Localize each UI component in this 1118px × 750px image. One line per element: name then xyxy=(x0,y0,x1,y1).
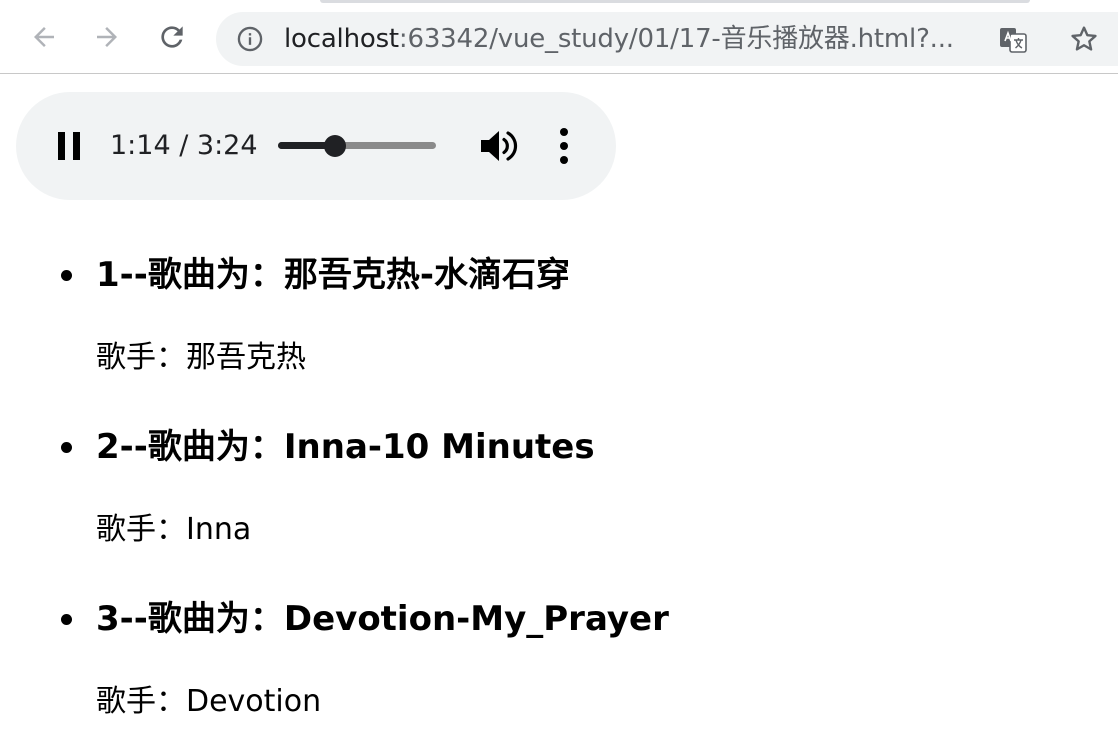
info-icon[interactable] xyxy=(236,25,264,53)
song-singer: 歌手：Devotion xyxy=(96,684,322,719)
forward-button[interactable] xyxy=(87,17,127,57)
address-bar[interactable]: localhost:63342/vue_study/01/17-音乐播放器.ht… xyxy=(216,12,1118,66)
pause-icon xyxy=(58,132,80,160)
url-path: :63342/vue_study/01/17-音乐播放器.html?... xyxy=(398,24,954,54)
url-text[interactable]: localhost:63342/vue_study/01/17-音乐播放器.ht… xyxy=(284,24,954,54)
back-button[interactable] xyxy=(24,17,64,57)
seek-thumb[interactable] xyxy=(324,135,346,157)
tab-strip-edge xyxy=(320,0,1030,3)
song-item: 1--歌曲为：那吾克热-水滴石穿歌手：那吾克热 xyxy=(0,234,1118,406)
star-icon[interactable] xyxy=(1068,23,1100,55)
list-bullet xyxy=(61,270,72,281)
reload-icon xyxy=(161,26,183,48)
more-vertical-icon[interactable] xyxy=(550,126,578,166)
song-title[interactable]: 2--歌曲为：Inna-10 Minutes xyxy=(96,424,595,470)
reload-button[interactable] xyxy=(152,17,192,57)
song-singer: 歌手：那吾克热 xyxy=(96,340,306,375)
volume-icon[interactable] xyxy=(478,126,520,166)
browser-toolbar: localhost:63342/vue_study/01/17-音乐播放器.ht… xyxy=(0,0,1118,74)
list-bullet xyxy=(61,614,72,625)
list-bullet xyxy=(61,442,72,453)
song-title[interactable]: 3--歌曲为：Devotion-My_Prayer xyxy=(96,596,669,642)
url-host: localhost xyxy=(284,24,399,54)
arrow-left-icon xyxy=(34,27,54,47)
song-item: 2--歌曲为：Inna-10 Minutes 歌手：Inna xyxy=(0,406,1118,578)
song-singer: 歌手：Inna xyxy=(96,512,252,547)
translate-icon[interactable] xyxy=(998,25,1028,55)
arrow-right-icon xyxy=(97,27,117,47)
song-item: 3--歌曲为：Devotion-My_Prayer 歌手：Devotion xyxy=(0,578,1118,750)
song-title[interactable]: 1--歌曲为：那吾克热-水滴石穿 xyxy=(96,252,570,298)
play-pause-button[interactable] xyxy=(52,128,88,164)
seek-slider[interactable] xyxy=(278,135,436,157)
song-list: 1--歌曲为：那吾克热-水滴石穿 歌手：那吾克热 2--歌曲为：Inna-10 Mi… xyxy=(0,234,1118,750)
time-display: 1:14 / 3:24 xyxy=(110,130,258,161)
audio-player: 1:14 / 3:24 xyxy=(16,92,616,200)
